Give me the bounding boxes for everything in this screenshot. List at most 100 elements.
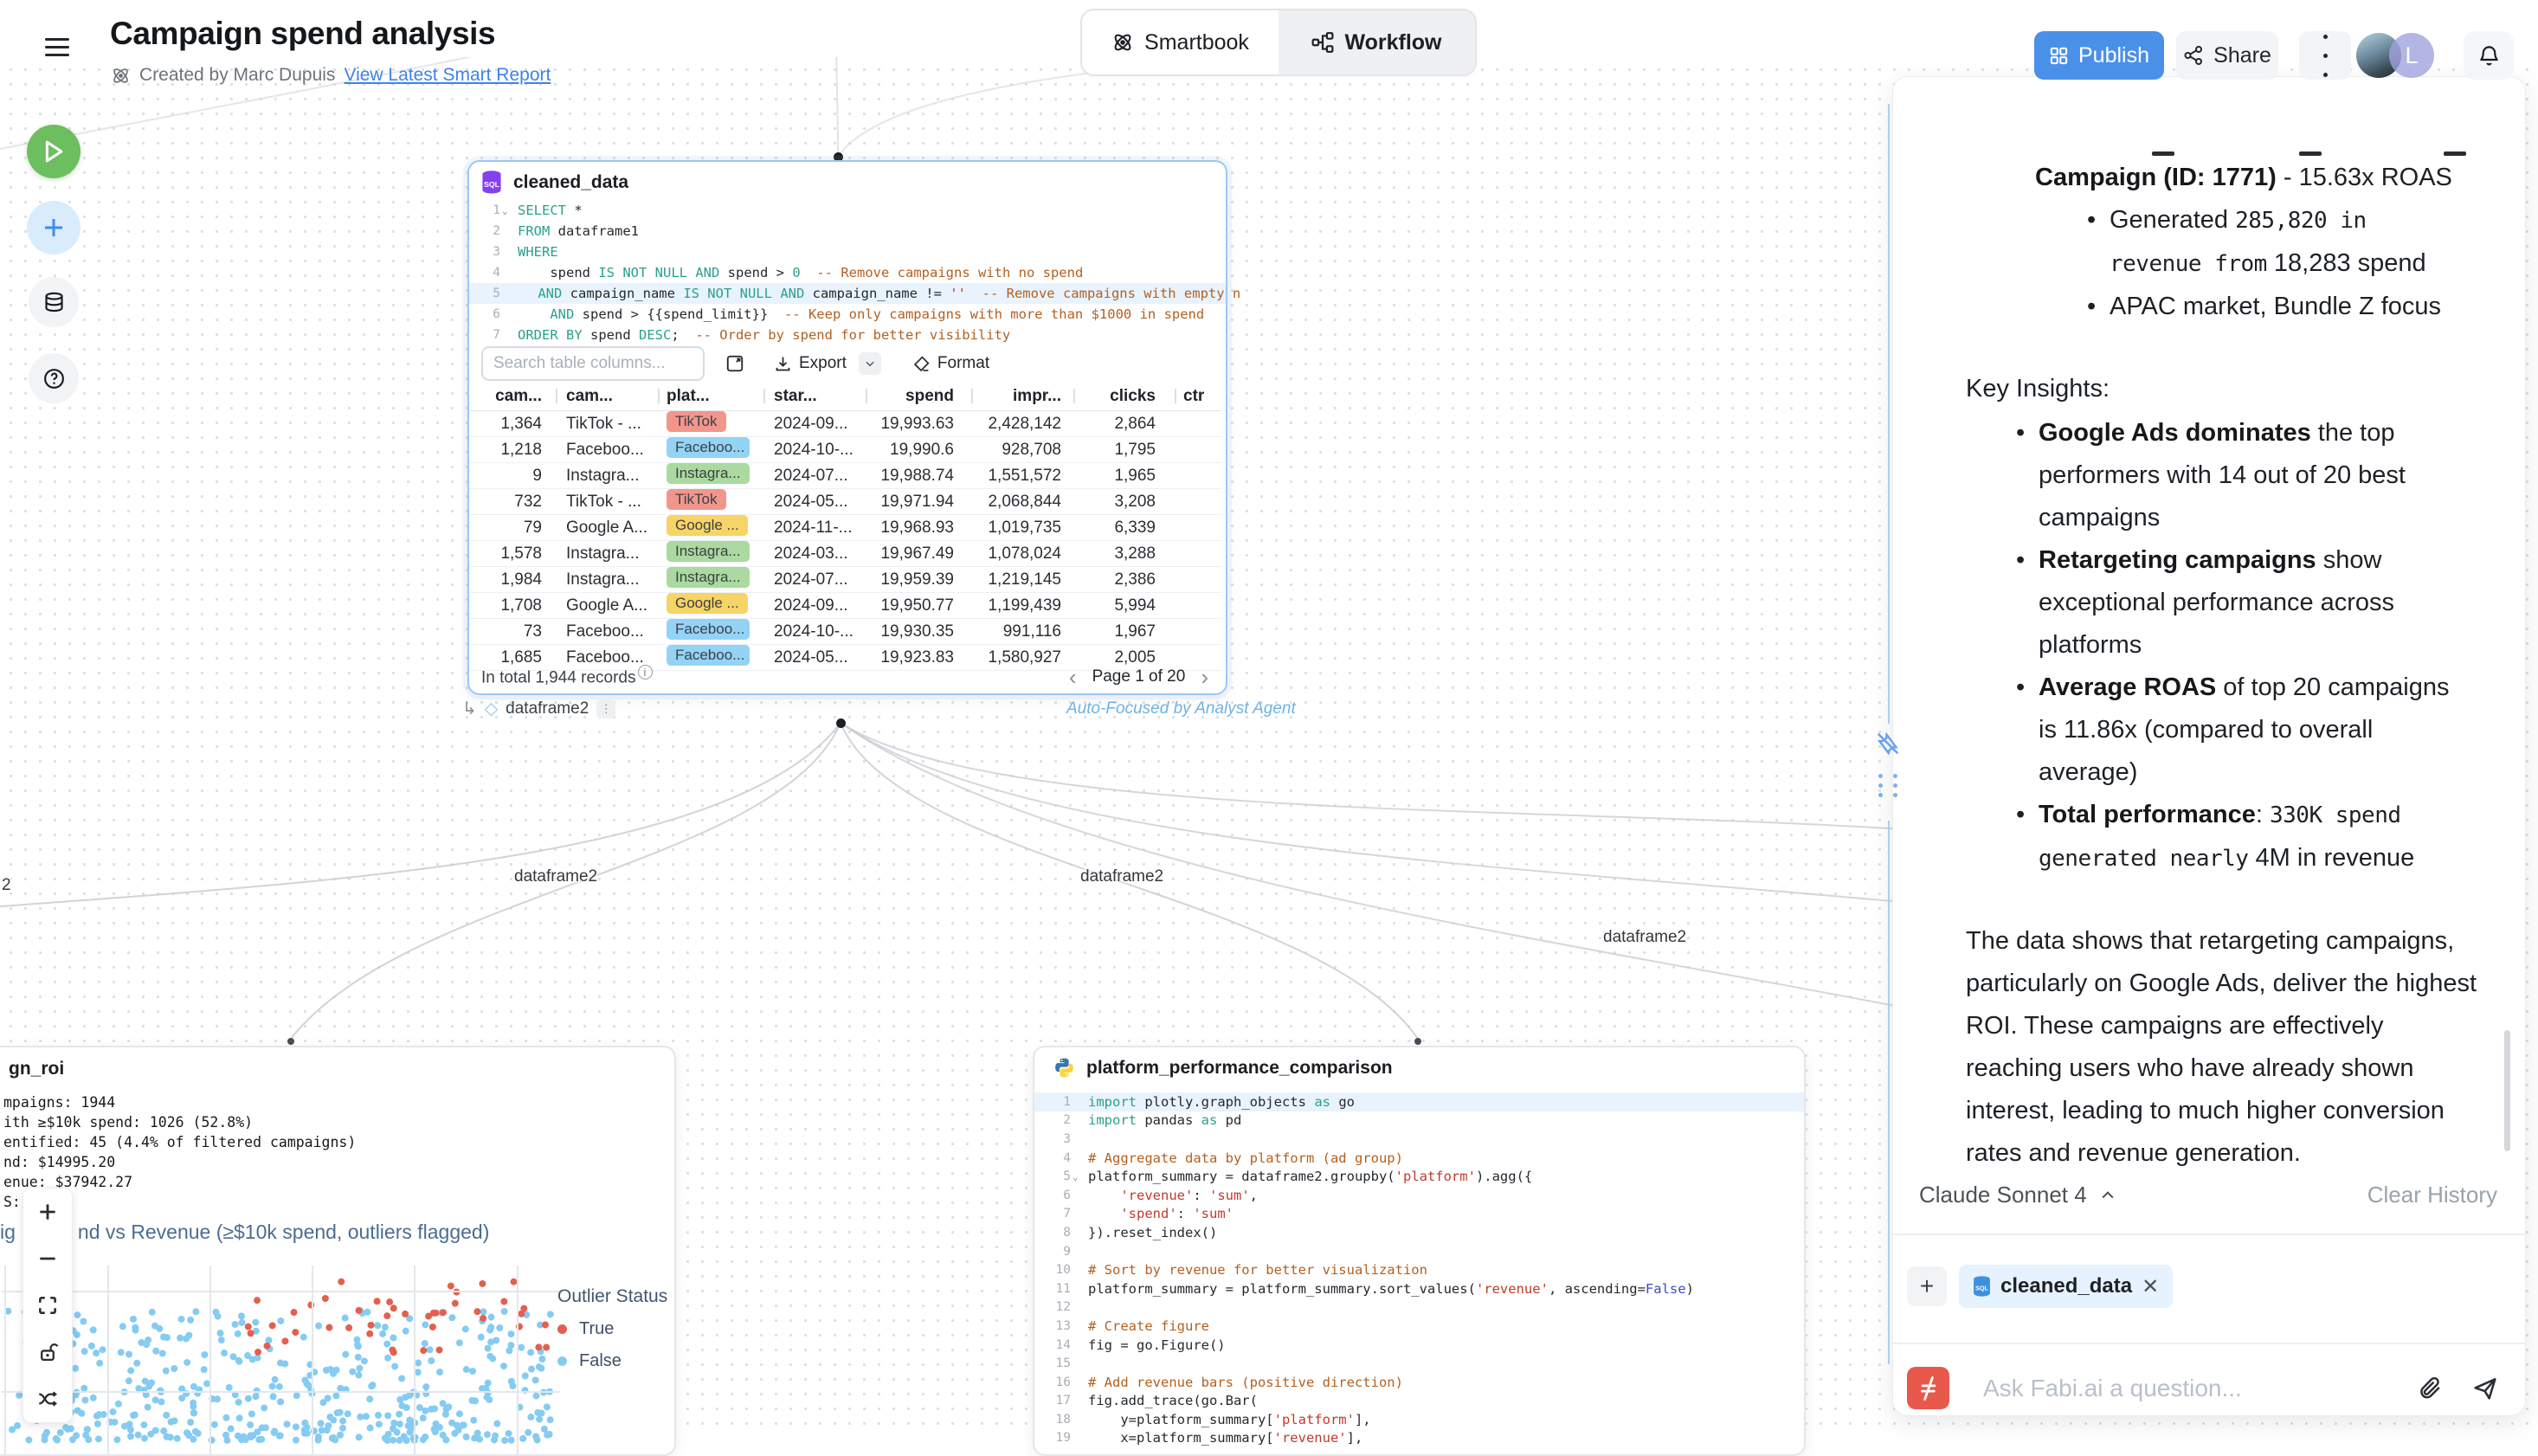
- share-button[interactable]: Share: [2176, 31, 2278, 80]
- table-row[interactable]: 1,218Faceboo...Faceboo...2024-10-...19,9…: [469, 437, 1222, 463]
- share-icon: [2183, 45, 2204, 66]
- run-workflow-button[interactable]: [27, 125, 81, 178]
- table-row[interactable]: 1,364TikTok - ...TikTok2024-09...19,993.…: [469, 411, 1222, 437]
- column-header[interactable]: clicks: [1073, 387, 1175, 406]
- panel-drag-handle[interactable]: [1878, 774, 1900, 797]
- search-input[interactable]: [481, 346, 705, 381]
- edge-label-dataframe2: dataframe2: [1080, 867, 1163, 886]
- legend: Outlier Status True False: [557, 1286, 667, 1371]
- output-dataframe-label[interactable]: dataframe2: [506, 699, 589, 718]
- code-line[interactable]: 5⌄platform_summary = dataframe2.groupby(…: [1034, 1167, 1804, 1186]
- code-line[interactable]: 5 AND campaign_name IS NOT NULL AND camp…: [469, 283, 1226, 304]
- code-line[interactable]: 18 y=platform_summary['platform'],: [1034, 1410, 1804, 1429]
- code-line[interactable]: 14fig = go.Figure(): [1034, 1336, 1804, 1355]
- table-cell: 2,386: [1073, 570, 1175, 589]
- table-row[interactable]: 79Google A...Google ...2024-11-...19,968…: [469, 515, 1222, 541]
- column-header[interactable]: ctr: [1175, 387, 1222, 406]
- code-line[interactable]: 12: [1034, 1298, 1804, 1317]
- code-line[interactable]: 8}).reset_index(): [1034, 1223, 1804, 1242]
- code-line[interactable]: 10# Sort by revenue for better visualiza…: [1034, 1260, 1804, 1279]
- send-icon[interactable]: [2471, 1375, 2499, 1402]
- table-row[interactable]: 73Faceboo...Faceboo...2024-10-...19,930.…: [469, 619, 1222, 645]
- hamburger-menu-icon[interactable]: [45, 38, 69, 59]
- fold-chevron-icon[interactable]: ⌄: [502, 205, 514, 216]
- avatar-initial[interactable]: L: [2389, 33, 2434, 78]
- node-campaign-roi[interactable]: gn_roi mpaigns: 1944ith ≥$10k spend: 102…: [0, 1046, 676, 1456]
- prev-page-button[interactable]: ‹: [1069, 666, 1077, 688]
- code-line[interactable]: 2FROM dataframe1: [469, 221, 1226, 242]
- table-row[interactable]: 1,984Instagra...Instagra...2024-07...19,…: [469, 567, 1222, 593]
- code-line[interactable]: 4# Aggregate data by platform (ad group): [1034, 1149, 1804, 1168]
- node-platform-performance-comparison[interactable]: platform_performance_comparison 1import …: [1033, 1046, 1806, 1456]
- code-line[interactable]: 7 'spend': 'sum': [1034, 1205, 1804, 1224]
- chat-input[interactable]: Ask Fabi.ai a question...: [1983, 1375, 2242, 1402]
- code-line[interactable]: 3WHERE: [469, 242, 1226, 262]
- context-chip-cleaned-data[interactable]: SQL cleaned_data ✕: [1959, 1265, 2173, 1308]
- table-row[interactable]: 1,708Google A...Google ...2024-09...19,9…: [469, 593, 1222, 619]
- code-line[interactable]: 16# Add revenue bars (positive direction…: [1034, 1373, 1804, 1392]
- code-line[interactable]: 6 AND spend > {{spend_limit}} -- Keep on…: [469, 304, 1226, 325]
- column-header[interactable]: star...: [763, 387, 866, 406]
- table-row[interactable]: 732TikTok - ...TikTok2024-05...19,971.94…: [469, 489, 1222, 515]
- legend-item-false[interactable]: False: [557, 1351, 667, 1371]
- add-node-button[interactable]: [27, 201, 81, 254]
- info-icon[interactable]: i: [638, 665, 653, 680]
- code-line[interactable]: 9: [1034, 1242, 1804, 1261]
- lock-axes-button[interactable]: [23, 1329, 72, 1375]
- chip-close-icon[interactable]: ✕: [2142, 1274, 2159, 1299]
- fold-chevron-icon[interactable]: ⌄: [1073, 1171, 1085, 1182]
- notifications-button[interactable]: [2464, 31, 2514, 80]
- code-line[interactable]: 15: [1034, 1354, 1804, 1373]
- column-header[interactable]: spend: [866, 387, 971, 406]
- publish-button[interactable]: Publish: [2034, 31, 2164, 80]
- view-latest-smart-report-link[interactable]: View Latest Smart Report: [344, 65, 551, 86]
- zoom-out-button[interactable]: [23, 1235, 72, 1282]
- zoom-in-button[interactable]: [23, 1189, 72, 1235]
- clear-history-button[interactable]: Clear History: [2367, 1182, 2497, 1208]
- code-line[interactable]: 2import pandas as pd: [1034, 1111, 1804, 1131]
- code-line[interactable]: 3: [1034, 1130, 1804, 1149]
- tab-smartbook[interactable]: Smartbook: [1082, 10, 1279, 74]
- code-line[interactable]: 1import plotly.graph_objects as go: [1034, 1092, 1804, 1111]
- tab-workflow[interactable]: Workflow: [1279, 10, 1475, 74]
- legend-item-true[interactable]: True: [557, 1319, 667, 1339]
- result-table[interactable]: cam...cam...plat...star...spendimpr...cl…: [469, 382, 1222, 671]
- more-options-button[interactable]: [2299, 31, 2351, 80]
- output-options-icon[interactable]: ⋮: [596, 699, 615, 718]
- column-header[interactable]: impr...: [971, 387, 1073, 406]
- next-page-button[interactable]: ›: [1201, 666, 1208, 688]
- autoscale-button[interactable]: [23, 1282, 72, 1329]
- data-sources-button[interactable]: [29, 277, 79, 327]
- code-line[interactable]: 4 spend IS NOT NULL AND spend > 0 -- Rem…: [469, 262, 1226, 283]
- export-button[interactable]: Export: [774, 352, 881, 375]
- export-chevron-down-icon[interactable]: [859, 352, 881, 375]
- table-cell: 1,199,439: [971, 596, 1073, 615]
- attach-paperclip-icon[interactable]: [2417, 1375, 2444, 1401]
- format-button[interactable]: Format: [912, 354, 989, 373]
- panel-scrollbar[interactable]: [2504, 1030, 2510, 1151]
- column-header[interactable]: cam...: [469, 387, 556, 406]
- code-line[interactable]: 13# Create figure: [1034, 1317, 1804, 1336]
- code-line[interactable]: 19 x=platform_summary['revenue'],: [1034, 1429, 1804, 1448]
- add-context-button[interactable]: +: [1907, 1266, 1947, 1306]
- table-row[interactable]: 1,578Instagra...Instagra...2024-03...19,…: [469, 541, 1222, 567]
- unpin-icon[interactable]: [1873, 729, 1903, 758]
- sql-code-editor[interactable]: 1⌄SELECT *2FROM dataframe13WHERE4 spend …: [469, 200, 1226, 345]
- shuffle-button[interactable]: [23, 1375, 72, 1422]
- node-cleaned-data[interactable]: SQL cleaned_data 1⌄SELECT *2FROM datafra…: [467, 160, 1227, 695]
- code-line[interactable]: 6 'revenue': 'sum',: [1034, 1186, 1804, 1205]
- model-selector[interactable]: Claude Sonnet 4: [1919, 1182, 2116, 1208]
- table-cell: 2024-07...: [763, 467, 866, 486]
- output-port-dot[interactable]: [836, 718, 846, 728]
- code-line[interactable]: 7ORDER BY spend DESC; -- Order by spend …: [469, 325, 1226, 345]
- scatter-plot[interactable]: [2, 1266, 573, 1454]
- code-line[interactable]: 17fig.add_trace(go.Bar(: [1034, 1392, 1804, 1411]
- code-line[interactable]: 1⌄SELECT *: [469, 200, 1226, 221]
- python-code-editor[interactable]: 1import plotly.graph_objects as go2impor…: [1034, 1092, 1804, 1447]
- table-row[interactable]: 9Instagra...Instagra...2024-07...19,988.…: [469, 463, 1222, 489]
- expand-table-icon[interactable]: [725, 354, 744, 373]
- code-line[interactable]: 11platform_summary = platform_summary.so…: [1034, 1279, 1804, 1298]
- column-header[interactable]: plat...: [658, 387, 763, 406]
- column-header[interactable]: cam...: [556, 387, 658, 406]
- help-button[interactable]: [29, 353, 79, 403]
